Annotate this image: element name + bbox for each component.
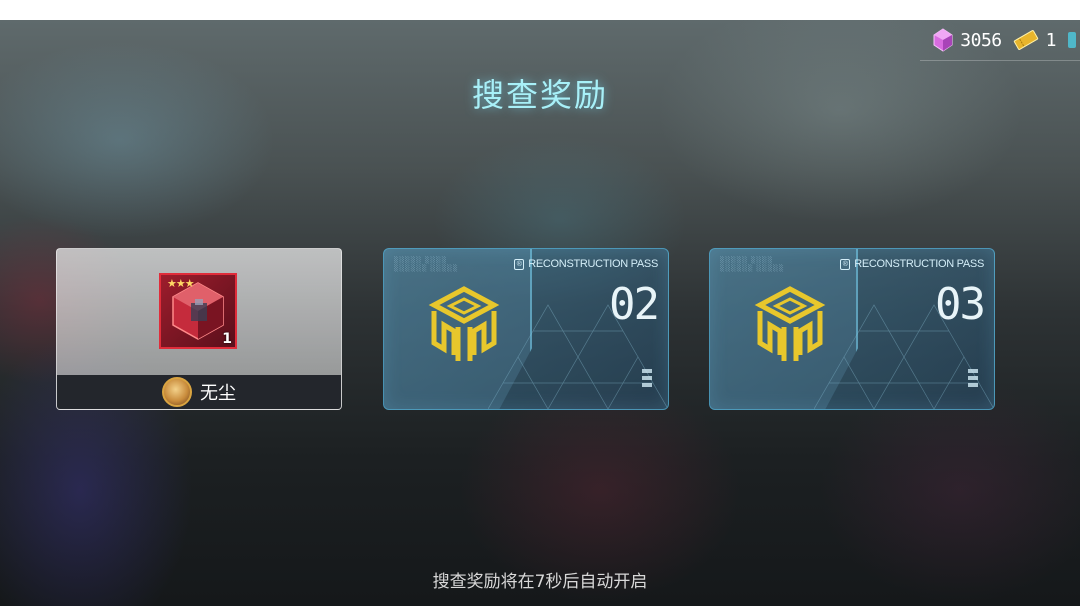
ticket-currency[interactable]: 1 [1012, 29, 1057, 51]
revealed-reward-card[interactable]: ★★★ 1 无尘 [56, 248, 342, 410]
fine-print-decoration: ░░░░░ ░░░░ ░░░░░░ ░░░░░ [394, 257, 459, 272]
stripe-decoration [642, 369, 652, 387]
stripe-decoration [968, 369, 978, 387]
pass-label: ® RECONSTRUCTION PASS [514, 258, 658, 270]
seal-panel: ░░░░░ ░░░░ ░░░░░░ ░░░░░ [384, 249, 532, 409]
item-rarity-stars: ★★★ [167, 277, 195, 290]
fine-print-decoration: ░░░░░ ░░░░ ░░░░░░ ░░░░░ [720, 257, 785, 272]
reward-cards: ★★★ 1 无尘 ░░░░░ ░░░░ ░░░░░░ ░░░░░ ® RECON… [56, 248, 996, 410]
character-name: 无尘 [200, 383, 236, 404]
pass-badge-icon: ® [514, 258, 525, 270]
auto-open-hint: 搜查奖励将在7秒后自动开启 [432, 572, 648, 592]
pass-number: 02 [609, 279, 660, 330]
character-avatar [162, 377, 192, 407]
pass-badge-icon: ® [840, 258, 851, 270]
sealed-reward-card-03[interactable]: ░░░░░ ░░░░ ░░░░░░ ░░░░░ ® RECONSTRUCTION … [709, 248, 995, 410]
pink-crystal-icon [933, 28, 953, 52]
gold-cube-icon [754, 286, 826, 361]
item-count: 1 [222, 331, 232, 347]
crystal-currency[interactable]: 3056 [932, 28, 1002, 52]
page-title: 搜查奖励 [471, 76, 608, 114]
currency-bar: 3056 1 [920, 20, 1080, 61]
crystal-count: 3056 [960, 29, 1002, 51]
partial-currency-icon [1068, 32, 1076, 48]
pass-label: ® RECONSTRUCTION PASS [840, 258, 984, 270]
pass-label-text: RECONSTRUCTION PASS [854, 258, 984, 270]
ticket-count: 1 [1045, 29, 1057, 51]
gold-ticket-icon [1013, 30, 1038, 50]
pass-number: 03 [935, 279, 986, 330]
seal-panel: ░░░░░ ░░░░ ░░░░░░ ░░░░░ [710, 249, 858, 409]
reward-screen: 3056 1 搜查奖励 ★★★ 1 无尘 ░░░░░ ░░░░ ░░░░░░ ░… [0, 20, 1080, 606]
sealed-reward-card-02[interactable]: ░░░░░ ░░░░ ░░░░░░ ░░░░░ ® RECONSTRUCTION … [383, 248, 669, 410]
pass-label-text: RECONSTRUCTION PASS [528, 258, 658, 270]
gold-cube-icon [428, 286, 500, 361]
character-bar: 无尘 [57, 375, 341, 409]
reward-item[interactable]: ★★★ 1 [159, 273, 237, 349]
